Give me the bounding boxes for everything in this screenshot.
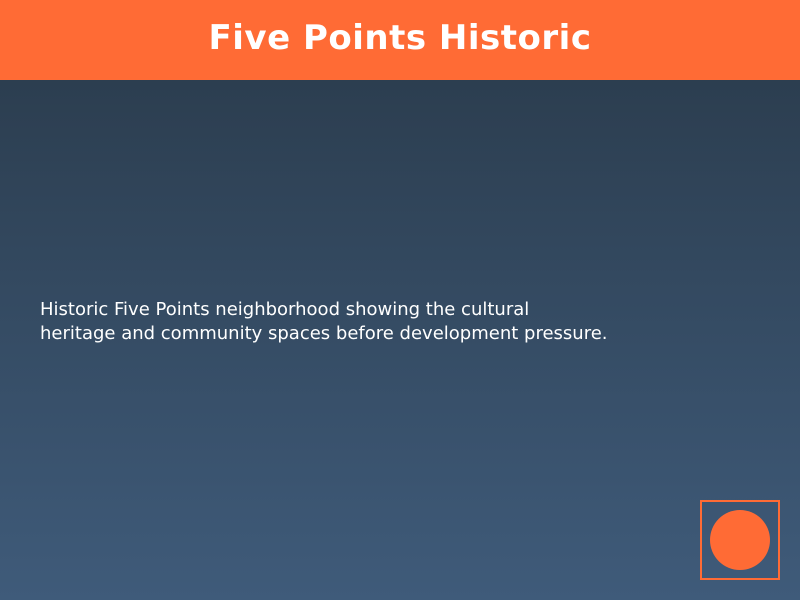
- page-title: Five Points Historic: [208, 18, 592, 58]
- page: Five Points Historic Historic Five Point…: [0, 0, 800, 600]
- circle-icon: [710, 510, 770, 570]
- circle-in-square-icon: [700, 500, 780, 580]
- image-caption: Historic Five Points neighborhood showin…: [40, 299, 608, 344]
- header-bar: Five Points Historic: [0, 0, 800, 80]
